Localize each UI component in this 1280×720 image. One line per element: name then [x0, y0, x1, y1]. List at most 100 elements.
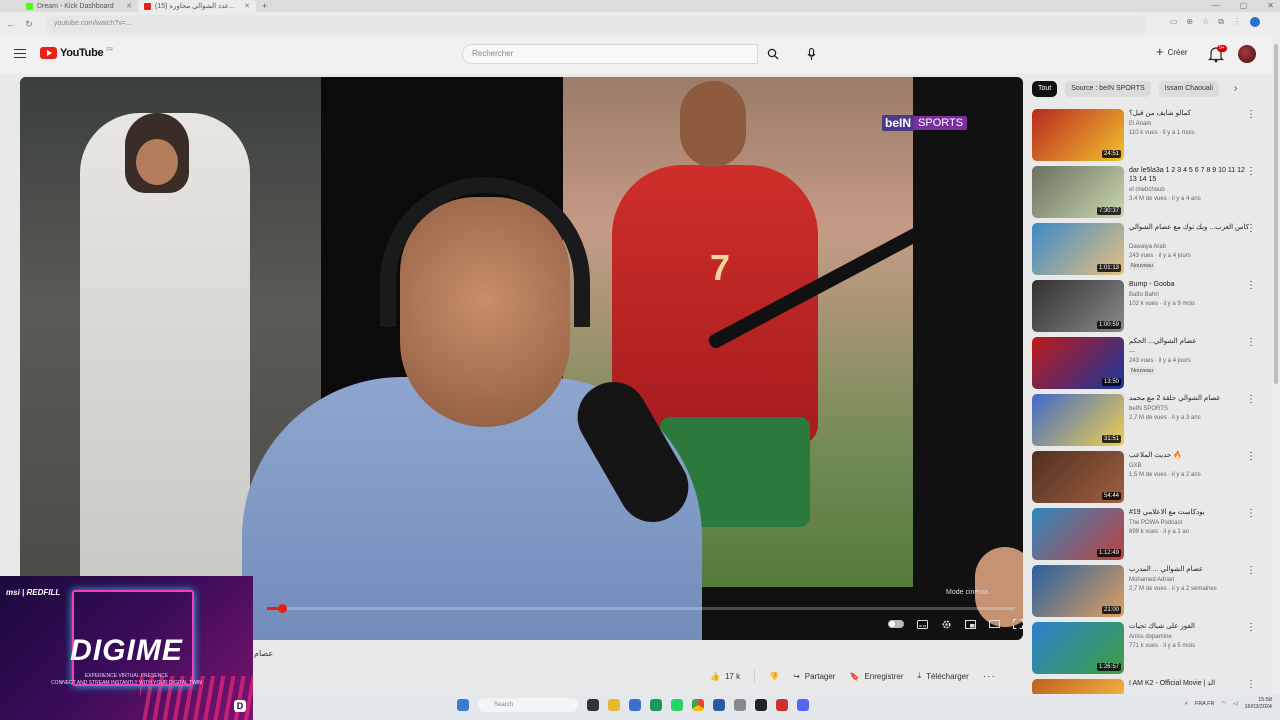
youtube-logo[interactable]: YouTube FR [40, 47, 113, 59]
reload-icon[interactable]: ↻ [22, 19, 36, 30]
video-thumbnail[interactable]: 21:00 [1032, 565, 1124, 617]
recommendation-item[interactable]: 24:51 كمالو شايف من قبل؟ El Anam 110 k vues… [1032, 109, 1262, 161]
like-button[interactable]: 👍 17 k [710, 672, 740, 681]
recommendation-title[interactable]: حديث الملاعب 🔥 [1129, 451, 1251, 460]
chip-source[interactable]: Source : beIN SPORTS [1065, 81, 1151, 97]
wifi-icon[interactable]: ◠ [1221, 701, 1226, 707]
chrome-icon[interactable] [692, 699, 704, 711]
task-view-icon[interactable] [587, 699, 599, 711]
miniplayer-icon[interactable] [964, 618, 976, 630]
maximize-icon[interactable]: ▢ [1240, 0, 1248, 12]
recommendation-title[interactable]: عصام الشوالي ... المدرب [1129, 565, 1251, 574]
volume-icon[interactable]: ◁ [1233, 701, 1237, 707]
download-button[interactable]: ⤓ Télécharger [918, 671, 969, 681]
video-thumbnail[interactable]: 24:51 [1032, 109, 1124, 161]
video-player[interactable]: 7 beIN SPORTS Mode cinéma [20, 77, 1023, 640]
recommendation-title[interactable]: كاس العرب... ويك توك مع عصام الشوالي [1129, 223, 1251, 232]
channel-name[interactable]: beIN SPORTS [1129, 405, 1168, 413]
scrollbar-thumb[interactable] [1274, 44, 1278, 384]
kebab-menu-icon[interactable]: ⋮ [1246, 224, 1256, 234]
recommendation-title[interactable]: Bump - Gooba [1129, 280, 1251, 289]
share-button[interactable]: ↪ Partager [793, 672, 835, 681]
chip-all[interactable]: Tout [1032, 81, 1058, 97]
kebab-menu-icon[interactable]: ⋮ [1246, 338, 1256, 348]
channel-name[interactable]: — [1129, 348, 1135, 356]
recommendation-title[interactable]: dar le5la3a 1 2 3 4 5 6 7 8 9 10 11 12 1… [1129, 166, 1251, 184]
recommendation-item[interactable]: 1:01:13 كاس العرب... ويك توك مع عصام الشو… [1032, 223, 1262, 275]
video-thumbnail[interactable]: 13:50 [1032, 337, 1124, 389]
recommendation-title[interactable]: I AM K2 - Official Movie | الذ [1129, 679, 1251, 688]
video-thumbnail[interactable]: 1:00:59 [1032, 280, 1124, 332]
autoplay-toggle[interactable] [888, 620, 904, 628]
close-icon[interactable]: ✕ [126, 2, 132, 10]
language-indicator[interactable]: FRA FR [1195, 701, 1215, 707]
kebab-menu-icon[interactable]: ⋮ [1246, 110, 1256, 120]
avatar[interactable] [1238, 45, 1256, 63]
kebab-menu-icon[interactable]: ⋮ [1246, 623, 1256, 633]
profile-icon[interactable] [1250, 17, 1260, 27]
dislike-button[interactable]: 👎 [769, 672, 779, 681]
store-icon[interactable] [629, 699, 641, 711]
file-explorer-icon[interactable] [608, 699, 620, 711]
channel-name[interactable]: Batto Bahri [1129, 291, 1159, 299]
recommendation-item[interactable]: 1:26:57 الفوز على شباك تحيات Aniss dopamin… [1032, 622, 1262, 674]
channel-name[interactable]: Aniss dopamine [1129, 633, 1172, 641]
discord-icon[interactable] [797, 699, 809, 711]
windows-start-icon[interactable] [457, 699, 469, 711]
hamburger-menu-icon[interactable] [14, 49, 26, 58]
browser-tab-youtube[interactable]: (15) عدد الشوالي محاوره... ✕ [138, 0, 256, 12]
kebab-menu-icon[interactable]: ⋮ [1246, 452, 1256, 462]
video-thumbnail[interactable]: 1:12:49 [1032, 508, 1124, 560]
recommendation-title[interactable]: عصام الشوالي حلقة 2 مع محمد [1129, 394, 1251, 403]
recommendation-item[interactable]: 31:51 عصام الشوالي حلقة 2 مع محمد beIN SPO… [1032, 394, 1262, 446]
channel-name[interactable]: Dawaiya Arab [1129, 243, 1166, 251]
settings-icon[interactable] [734, 699, 746, 711]
app-icon[interactable] [713, 699, 725, 711]
settings-gear-icon[interactable] [940, 618, 952, 630]
kebab-menu-icon[interactable]: ⋮ [1246, 395, 1256, 405]
recommendation-item[interactable]: 54:44 حديث الملاعب 🔥 GXB 1,5 M de vues · il… [1032, 451, 1262, 503]
voice-search-button[interactable] [804, 45, 818, 63]
channel-name[interactable]: El Anam [1129, 120, 1151, 128]
recommendation-item[interactable]: 13:50 عصام الشوالي... الحكم — 243 vues · il… [1032, 337, 1262, 389]
kebab-menu-icon[interactable]: ⋮ [1246, 566, 1256, 576]
theater-mode-icon[interactable] [988, 618, 1000, 630]
video-thumbnail[interactable]: 31:51 [1032, 394, 1124, 446]
app-icon[interactable] [650, 699, 662, 711]
chip-issam[interactable]: Issam Chaouali [1158, 81, 1219, 97]
progress-bar[interactable] [267, 604, 1015, 613]
recommendation-title[interactable]: عصام الشوالي... الحكم [1129, 337, 1251, 346]
page-scrollbar[interactable] [1272, 36, 1280, 696]
whatsapp-icon[interactable] [671, 699, 683, 711]
fullscreen-icon[interactable] [1012, 618, 1023, 630]
recommendation-item[interactable]: 1:12:49 #19 بودكاست مع الاعلامي The POWA P… [1032, 508, 1262, 560]
recommendation-item[interactable]: 7:30:37 dar le5la3a 1 2 3 4 5 6 7 8 9 10 … [1032, 166, 1262, 218]
chevron-right-icon[interactable]: › [1234, 83, 1237, 94]
recommendation-title[interactable]: الفوز على شباك تحيات [1129, 622, 1251, 631]
record-icon[interactable] [776, 699, 788, 711]
save-button[interactable]: 🔖 Enregistrer [849, 672, 903, 681]
recommendation-title[interactable]: كمالو شايف من قبل؟ [1129, 109, 1251, 118]
subtitles-icon[interactable] [916, 618, 928, 630]
kebab-menu-icon[interactable]: ⋮ [1246, 167, 1256, 177]
progress-scrubber[interactable] [277, 604, 287, 613]
kebab-menu-icon[interactable]: ⋮ [1246, 509, 1256, 519]
recommendation-item[interactable]: 21:00 عصام الشوالي ... المدرب Mohamed Adri… [1032, 565, 1262, 617]
search-button[interactable] [762, 45, 784, 63]
star-icon[interactable]: ☆ [1202, 17, 1209, 27]
chevron-up-icon[interactable]: ˄ [1185, 701, 1188, 707]
extensions-icon[interactable]: ⧉ [1218, 17, 1224, 27]
browser-tab-kick[interactable]: Dream - Kick Dashboard ✕ [20, 0, 138, 12]
channel-name[interactable]: Mohamed Adrian [1129, 576, 1174, 584]
video-thumbnail[interactable]: 54:44 [1032, 451, 1124, 503]
channel-name[interactable]: GXB [1129, 462, 1142, 470]
back-icon[interactable]: ← [4, 19, 18, 29]
zoom-icon[interactable]: ⊕ [1186, 17, 1193, 27]
video-thumbnail[interactable]: 1:01:13 [1032, 223, 1124, 275]
recommendation-item[interactable]: 1:00:59 Bump - Gooba Batto Bahri 102 k vues… [1032, 280, 1262, 332]
menu-icon[interactable]: ⋮ [1233, 17, 1241, 27]
channel-name[interactable]: el chebchoub [1129, 186, 1165, 194]
channel-name[interactable]: The POWA Podcast [1129, 519, 1182, 527]
kebab-menu-icon[interactable]: ⋮ [1246, 680, 1256, 690]
clock[interactable]: 15:58 16/03/2024 [1244, 697, 1272, 711]
